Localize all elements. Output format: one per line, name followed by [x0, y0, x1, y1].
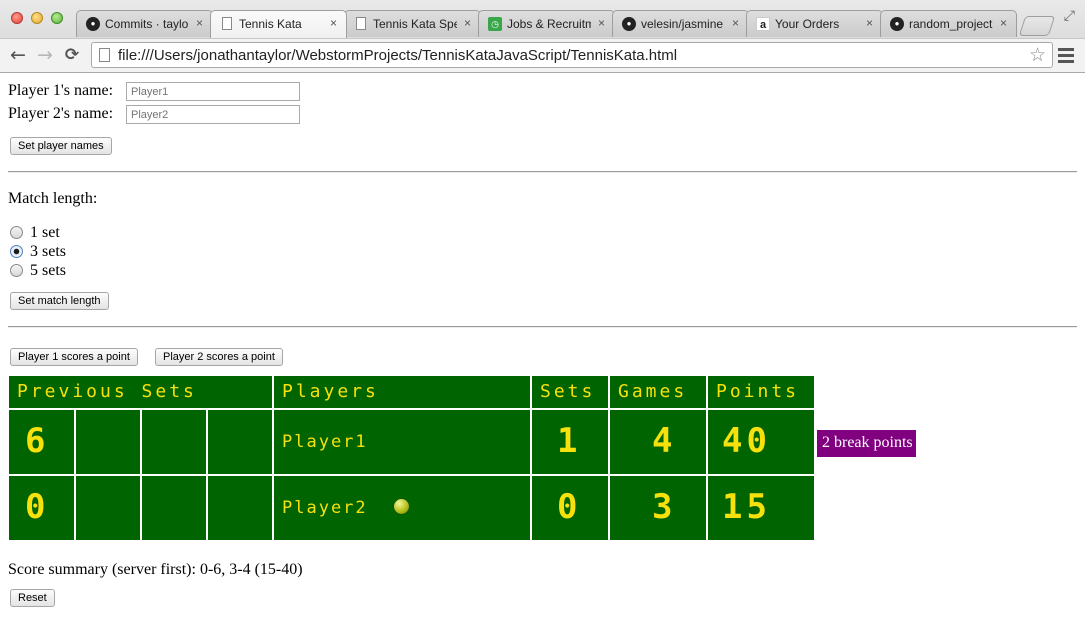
github-icon: ●: [890, 17, 904, 31]
set-match-length-button[interactable]: Set match length: [10, 292, 109, 310]
jobs-icon: ◷: [488, 17, 502, 31]
divider: [8, 171, 1077, 173]
player2-scores-button[interactable]: Player 2 scores a point: [155, 348, 283, 366]
radio-label: 5 sets: [30, 262, 66, 279]
github-icon: ●: [622, 17, 636, 31]
player1-name-label: Player 1's name:: [8, 82, 114, 99]
player1-name: Player1: [282, 432, 368, 452]
tab-random-project[interactable]: ● random_project ×: [880, 10, 1017, 37]
player2-name-input[interactable]: [126, 105, 300, 124]
tab-close-icon[interactable]: ×: [196, 16, 203, 30]
prev-set-3-player1: [142, 410, 206, 474]
player1-games: 4: [610, 410, 706, 474]
tab-title: velesin/jasmine: [641, 17, 724, 31]
document-icon: [222, 17, 232, 30]
header-games: Games: [610, 376, 706, 408]
new-tab-button[interactable]: [1018, 16, 1056, 36]
tab-title: random_project: [909, 17, 993, 31]
amazon-icon: a: [756, 17, 770, 31]
bookmark-star-icon[interactable]: ☆: [1029, 44, 1046, 66]
document-icon: [356, 17, 366, 30]
tennis-ball-icon: [393, 499, 409, 514]
header-sets: Sets: [532, 376, 608, 408]
player1-points: 40: [708, 410, 814, 474]
set-player-names-button[interactable]: Set player names: [10, 137, 112, 155]
player1-name-input[interactable]: [126, 82, 300, 101]
break-points-badge: 2 break points: [817, 430, 916, 457]
player2-name-label: Player 2's name:: [8, 105, 114, 122]
prev-set-3-player2: [142, 476, 206, 540]
radio-3-sets[interactable]: [10, 245, 23, 258]
tab-close-icon[interactable]: ×: [464, 16, 471, 30]
tab-close-icon[interactable]: ×: [1000, 16, 1007, 30]
prev-set-2-player2: [76, 476, 140, 540]
score-summary: Score summary (server first): 0-6, 3-4 (…: [8, 561, 303, 578]
player2-games: 3: [610, 476, 706, 540]
header-players: Players: [274, 376, 530, 408]
header-points: Points: [708, 376, 814, 408]
tab-tennis-kata[interactable]: Tennis Kata ×: [210, 10, 347, 38]
prev-set-2-player1: [76, 410, 140, 474]
divider: [8, 326, 1077, 328]
prev-set-1-player2: 0: [9, 476, 74, 540]
forward-arrow-icon[interactable]: →: [33, 43, 57, 67]
tab-title: Your Orders: [775, 17, 840, 31]
close-window-button[interactable]: [11, 12, 23, 24]
radio-5-sets[interactable]: [10, 264, 23, 277]
player2-sets: 0: [532, 476, 608, 540]
tab-title: Tennis Kata Spe: [373, 17, 457, 31]
tab-tennis-kata-spec[interactable]: Tennis Kata Spe ×: [344, 10, 481, 37]
minimize-window-button[interactable]: [31, 12, 43, 24]
tab-strip: ● Commits · taylo × Tennis Kata × Tennis…: [76, 10, 1076, 38]
browser-toolbar: ← → ⟳ file:///Users/jonathantaylor/Webst…: [0, 38, 1085, 72]
prev-set-4-player1: [208, 410, 272, 474]
tab-your-orders[interactable]: a Your Orders ×: [746, 10, 883, 37]
tab-close-icon[interactable]: ×: [732, 16, 739, 30]
radio-1-set[interactable]: [10, 226, 23, 239]
radio-label: 3 sets: [30, 243, 66, 260]
menu-icon[interactable]: [1058, 45, 1074, 65]
tab-close-icon[interactable]: ×: [598, 16, 605, 30]
player1-scores-button[interactable]: Player 1 scores a point: [10, 348, 138, 366]
prev-set-4-player2: [208, 476, 272, 540]
player1-sets: 1: [532, 410, 608, 474]
tab-close-icon[interactable]: ×: [866, 16, 873, 30]
address-bar[interactable]: file:///Users/jonathantaylor/WebstormPro…: [91, 42, 1053, 68]
tab-commits[interactable]: ● Commits · taylo ×: [76, 10, 213, 37]
header-previous-sets: Previous Sets: [9, 376, 272, 408]
browser-chrome: ● Commits · taylo × Tennis Kata × Tennis…: [0, 0, 1085, 73]
url-text: file:///Users/jonathantaylor/WebstormPro…: [118, 47, 678, 64]
match-length-label: Match length:: [8, 190, 98, 207]
zoom-window-button[interactable]: [51, 12, 63, 24]
tab-jobs[interactable]: ◷ Jobs & Recruitm ×: [478, 10, 615, 37]
reload-icon[interactable]: ⟳: [60, 43, 84, 67]
page-icon: [99, 48, 110, 62]
tab-title: Tennis Kata: [239, 17, 302, 31]
back-arrow-icon[interactable]: ←: [6, 43, 30, 67]
player2-points: 15: [708, 476, 814, 540]
prev-set-1-player1: 6: [9, 410, 74, 474]
tab-jasmine[interactable]: ● velesin/jasmine ×: [612, 10, 749, 37]
tab-title: Commits · taylo: [105, 17, 189, 31]
github-icon: ●: [86, 17, 100, 31]
player2-name: Player2: [282, 498, 368, 518]
tab-close-icon[interactable]: ×: [330, 16, 337, 30]
reset-button[interactable]: Reset: [10, 589, 55, 607]
player2-name-cell: Player2: [274, 476, 530, 540]
page-content: Player 1's name: Player 2's name: Set pl…: [0, 73, 1085, 643]
fullscreen-icon[interactable]: ⤢: [1064, 8, 1075, 24]
radio-label: 1 set: [30, 224, 60, 241]
tab-title: Jobs & Recruitm: [507, 17, 591, 31]
player1-name-cell: Player1: [274, 410, 530, 474]
